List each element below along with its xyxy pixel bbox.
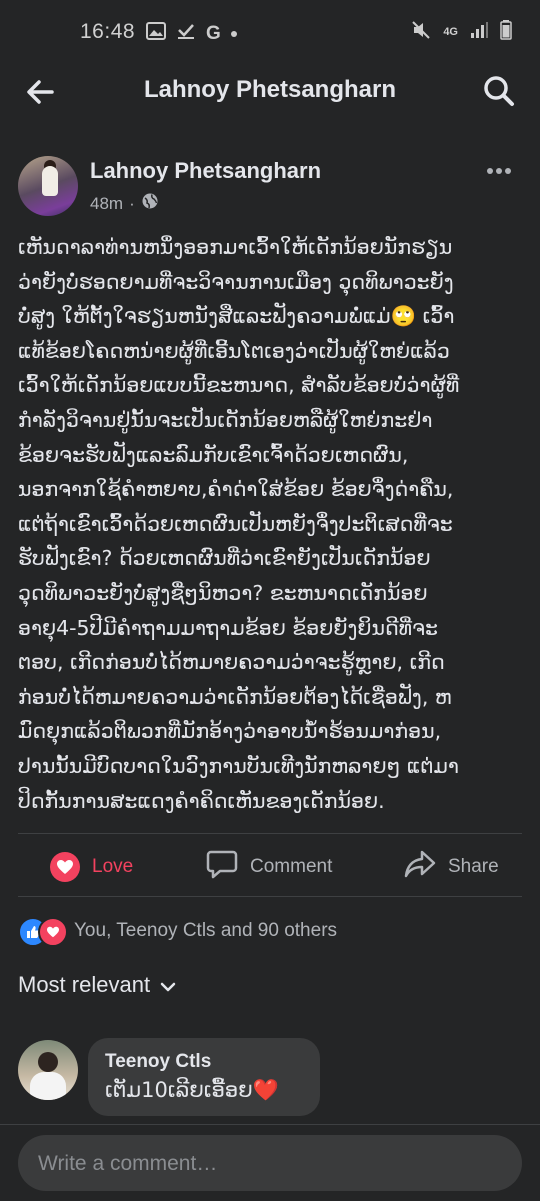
sort-label: Most relevant [18,972,151,997]
post-line: ບໍ່ສູງ ໃຫ້ຕັ້ງໃຈຮຽນຫນັງສືແລະຟັງຄວາມພໍ່ແມ… [18,304,455,329]
share-label: Share [448,856,499,877]
post-line: ວຸດທິພາວະຍັງບໍ່ສູງຊື່ໆນິຫວາ? ຂະຫນາດເດັກນ… [18,580,428,605]
status-right-icons: 4G [411,20,512,43]
comment-message: ເຕັມ10ເລີຍເອື້ອຍ [105,1078,253,1102]
post-line: ແທ້ຂ້ອຍໂຄດຫນ່າຍຜູ້ທີ່ເອີ້ນໂຕເອງວ່າເປັນຜູ… [18,338,450,363]
comment-sort-dropdown[interactable]: Most relevant [18,972,176,998]
commenter-avatar[interactable] [18,1040,78,1100]
comment-button[interactable]: Comment [206,842,332,892]
mute-icon [411,20,431,43]
share-button[interactable]: Share [404,842,499,892]
post-line: ກຳລັງວິຈານຢູ່ນັ້ນຈະເປັນເດັກນ້ອຍຫລືຜູ້ໃຫຍ… [18,407,433,432]
post-body: ເຫັນດາລາທ່ານຫນຶ່ງອອກມາເວົ້າໃຫ້ເດັກນ້ອຍນັ… [18,230,522,818]
post-line: ຕອບ, ເກີດກ່ອນບໍ່ໄດ້ຫມາຍຄວາມວ່າຈະຮູ້ຫຼາຍ,… [18,650,445,675]
comment-item: Teenoy Ctls ເຕັມ10ເລີຍເອື້ອຍ❤️ [18,1038,528,1118]
signal-icon [470,21,488,42]
love-button[interactable]: Love [50,842,133,892]
post-author[interactable]: Lahnoy Phetsangharn [90,158,321,184]
image-icon [146,22,166,45]
comment-text: ເຕັມ10ເລີຍເອື້ອຍ❤️ [105,1078,279,1103]
author-avatar[interactable] [18,156,78,216]
commenter-name[interactable]: Teenoy Ctls [105,1051,211,1073]
status-bar: 16:48 G 4G [0,0,540,66]
globe-icon [141,192,159,215]
app-bar: Lahnoy Phetsangharn [0,66,540,118]
reactions-summary[interactable]: You, Teenoy Ctls and 90 others [18,916,338,947]
post-line: ຂ້ອຍຈະຮັບຟັງແລະລົມກັບເຂົາເຈົ້າດ້ວຍເຫດຜົນ… [18,442,409,467]
post-line: ປິດກັ້ນການສະແດງຄຳຄິດເຫັນຂອງເດັກນ້ອຍ. [18,788,385,813]
battery-icon [500,20,512,43]
comment-bubble[interactable]: Teenoy Ctls ເຕັມ10ເລີຍເອື້ອຍ❤️ [88,1038,320,1116]
post-meta: 48m · [90,192,159,215]
reactions-text: You, Teenoy Ctls and 90 others [74,920,338,941]
heart-icon [50,852,80,882]
post-time[interactable]: 48m [90,194,123,214]
chevron-down-icon [160,972,176,998]
comment-input[interactable] [36,1143,500,1185]
dot-icon [230,30,237,37]
post-line: ຮັບຟັງເຂົາ? ດ້ວຍເຫດຜົນທີ່ວ່າເຂົາຍັງເປັນເ… [18,546,431,571]
share-icon [404,848,436,886]
check-icon [176,22,196,45]
post-line: ເຫັນດາລາທ່ານຫນຶ່ງອອກມາເວົ້າໃຫ້ເດັກນ້ອຍນັ… [18,235,453,259]
post-line: ເວົ້າໃຫ້ເດັກນ້ອຍແບບນີ້ຂະຫນາດ, ສຳລັບຂ້ອຍບ… [18,373,460,398]
comment-label: Comment [250,856,333,877]
post-line: ກ່ອນບໍ່ໄດ້ຫມາຍຄວາມວ່າເດັກນ້ອຍຕ້ອງໄດ້ເຊື່… [18,684,452,709]
post-line: ວ່າຍັງບໍ່ຮອດຍາມທີ່ຈະວິຈານການເມືອງ ວຸດທິພ… [18,269,454,294]
comment-composer[interactable] [18,1135,522,1191]
more-options-icon[interactable] [486,162,512,180]
post-line: ປານນັ້ນມີບົດບາດໃນວົງການບັນເທີງນັກຫລາຍໆ ແ… [18,753,459,778]
post-header: Lahnoy Phetsangharn 48m · [0,150,540,220]
search-icon[interactable] [482,74,516,113]
comment-heart-emoji: ❤️ [252,1078,279,1102]
post-line: ອາຍຸ4-5ປີມີຄຳຖາມມາຖາມຂ້ອຍ ຂ້ອຍຍັງຍິນດີທີ… [18,615,438,640]
divider [18,896,522,897]
divider [18,833,522,834]
love-label: Love [92,856,134,877]
google-icon: G [206,22,221,44]
status-time: 16:48 [80,20,136,43]
post-line: ນອກຈາກໃຊ້ຄຳຫຍາບ,ຄຳດ່າໃສ່ຂ້ອຍ ຂ້ອຍຈຶ່ງດ່າ… [18,477,454,502]
comment-composer-bar [0,1124,540,1201]
page-title: Lahnoy Phetsangharn [143,76,397,103]
reaction-icons [18,917,68,947]
post-line: ມົດຍຸກແລ້ວຕິພວກທີ່ມັກອ້າງວ່າອາບນ້ຳຮ້ອນມາ… [18,719,442,744]
post-line: ແຕ່ຖ້າເຂົາເວົ້າດ້ວຍເຫດຜົນເປັນຫຍັງຈຶ່ງປະຕ… [18,511,453,536]
comment-icon [206,848,238,886]
status-left-icons: G [146,22,237,45]
heart-icon [38,917,68,947]
post-actions: Love Comment Share [0,842,540,892]
4g-icon: 4G [443,25,458,38]
